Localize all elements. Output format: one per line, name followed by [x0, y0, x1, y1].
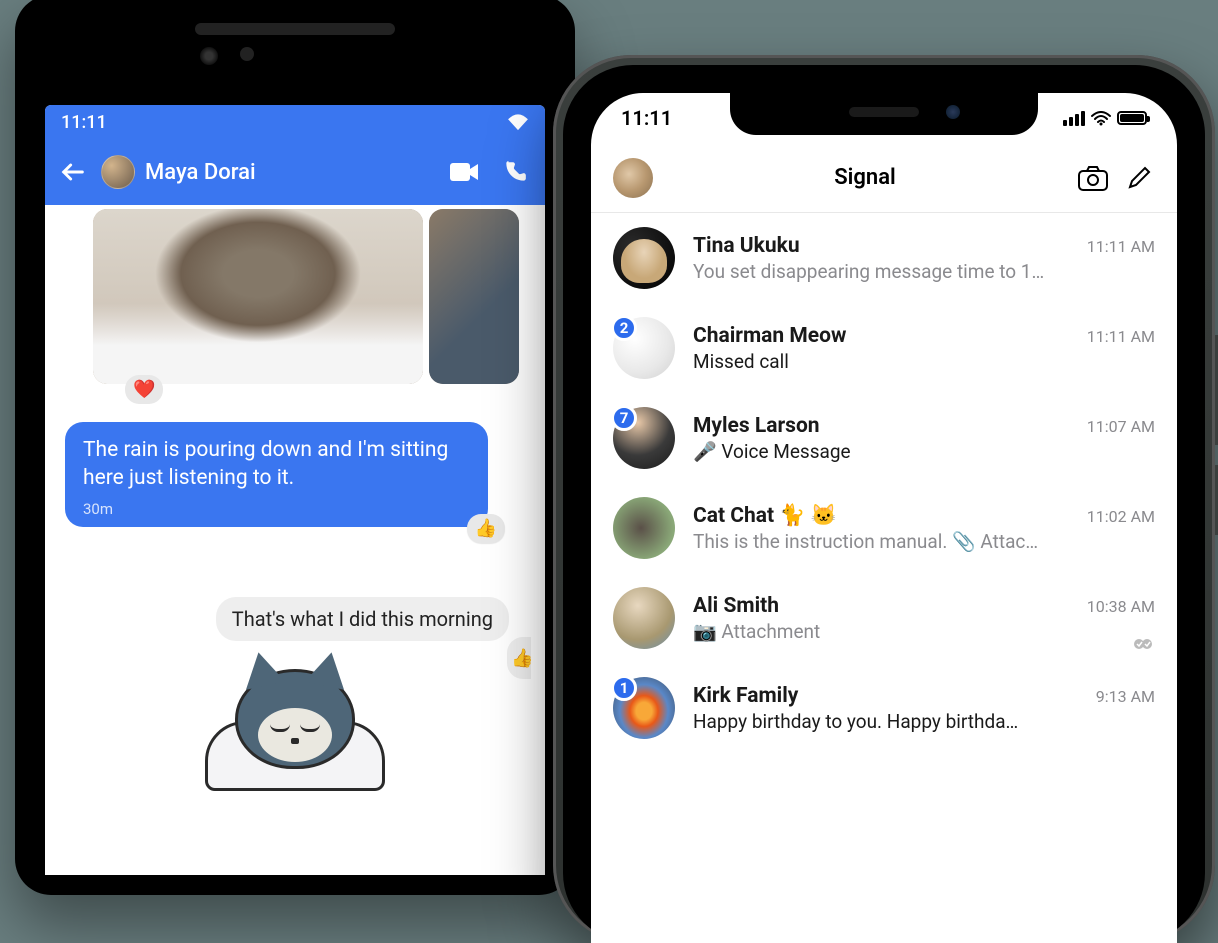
incoming-message[interactable]: That's what I did this morning: [216, 597, 509, 641]
chat-avatar[interactable]: [613, 227, 675, 289]
read-receipt-icon: [1133, 637, 1155, 651]
outgoing-message[interactable]: The rain is pouring down and I'm sitting…: [65, 422, 525, 527]
wifi-icon: [1091, 111, 1111, 126]
android-screen: 11:11 Maya Dorai 55m: [45, 105, 545, 875]
chat-list: Tina Ukuku 11:11 AM You set disappearing m…: [591, 213, 1177, 753]
chat-name: Kirk Family: [693, 684, 798, 708]
iphone-screen: 11:11 Signal Tina Ukuku11:11 AMYou s: [591, 93, 1177, 943]
unread-badge: 1: [611, 675, 637, 701]
chat-avatar[interactable]: 7: [613, 407, 675, 469]
incoming-message-row: That's what I did this morning: [65, 597, 525, 641]
android-phone-frame: 11:11 Maya Dorai 55m: [15, 0, 575, 895]
android-sensor-icon: [240, 47, 254, 61]
image-attachment[interactable]: [93, 209, 423, 384]
android-speaker: [195, 23, 395, 35]
contact-avatar[interactable]: [101, 155, 135, 189]
app-title: Signal: [667, 165, 1063, 190]
voice-call-button[interactable]: [495, 159, 535, 185]
chat-subtitle: 🎤 Voice Message: [693, 440, 1155, 463]
chat-row[interactable]: 2 Chairman Meow 11:11 AM Missed call: [591, 303, 1177, 393]
profile-avatar[interactable]: [613, 158, 653, 198]
chat-time: 11:11 AM: [1087, 237, 1155, 256]
message-text: The rain is pouring down and I'm sitting…: [83, 436, 470, 493]
heart-reaction[interactable]: ❤️: [125, 375, 163, 404]
chat-name: Tina Ukuku: [693, 234, 800, 258]
battery-icon: [1117, 111, 1147, 125]
chat-name: Ali Smith: [693, 594, 779, 618]
compose-button[interactable]: [1123, 165, 1155, 191]
chat-name: Myles Larson: [693, 414, 820, 438]
unread-badge: 7: [611, 405, 637, 431]
chat-row[interactable]: 1 Kirk Family 9:13 AM Happy birthday to you…: [591, 663, 1177, 753]
back-button[interactable]: [55, 158, 91, 186]
chat-time: 11:07 AM: [1087, 417, 1155, 436]
chat-subtitle: You set disappearing message time to 1…: [693, 260, 1155, 283]
sticker-message[interactable]: [65, 661, 525, 791]
chat-subtitle: This is the instruction manual. 📎 Attac…: [693, 530, 1155, 553]
android-camera-icon: [200, 47, 218, 65]
chat-time: 11:11 AM: [1087, 327, 1155, 346]
chat-text: Chairman Meow 11:11 AM Missed call: [693, 324, 1155, 373]
chat-text: Myles Larson 11:07 AM 🎤 Voice Message: [693, 414, 1155, 463]
chat-row[interactable]: 7 Myles Larson 11:07 AM 🎤 Voice Message: [591, 393, 1177, 483]
image-timestamp: 55m: [477, 354, 511, 374]
cat-sticker-icon: [205, 661, 385, 791]
iphone-status-bar: 11:11: [591, 93, 1177, 143]
chat-time: 11:02 AM: [1087, 507, 1155, 526]
chat-row[interactable]: Cat Chat 🐈 🐱 11:02 AM This is the instruct…: [591, 483, 1177, 573]
chat-text: Ali Smith 10:38 AM 📷 Attachment: [693, 594, 1155, 643]
cellular-icon: [1063, 111, 1085, 126]
status-time: 11:11: [621, 106, 672, 130]
chat-subtitle: Happy birthday to you. Happy birthda…: [693, 710, 1155, 733]
iphone-frame: 11:11 Signal Tina Ukuku11:11 AMYou s: [553, 55, 1215, 943]
chat-name: Chairman Meow: [693, 324, 846, 348]
wifi-icon: [507, 113, 529, 131]
chat-text: Kirk Family 9:13 AM Happy birthday to you.…: [693, 684, 1155, 733]
chat-row[interactable]: Tina Ukuku 11:11 AM You set disappearing m…: [591, 213, 1177, 303]
contact-name[interactable]: Maya Dorai: [145, 160, 435, 185]
status-time: 11:11: [61, 112, 107, 133]
chat-avatar[interactable]: [613, 497, 675, 559]
chat-body: 55m ❤️ The rain is pouring down and I'm …: [45, 205, 545, 795]
message-timestamp: 30m: [83, 499, 470, 519]
thumbs-up-reaction[interactable]: 👍: [467, 514, 505, 543]
video-call-button[interactable]: [445, 161, 485, 183]
chat-avatar[interactable]: 2: [613, 317, 675, 379]
message-bubble: The rain is pouring down and I'm sitting…: [65, 422, 488, 527]
chat-header: Maya Dorai: [45, 139, 545, 205]
image-attachment[interactable]: 55m: [429, 209, 519, 384]
chat-text: Cat Chat 🐈 🐱 11:02 AM This is the instruct…: [693, 504, 1155, 553]
chat-text: Tina Ukuku 11:11 AM You set disappearing m…: [693, 234, 1155, 283]
chat-name: Cat Chat 🐈 🐱: [693, 504, 837, 528]
chat-subtitle: 📷 Attachment: [693, 620, 1155, 643]
image-message-group[interactable]: 55m ❤️: [93, 209, 525, 384]
chat-avatar[interactable]: [613, 587, 675, 649]
chat-row[interactable]: Ali Smith 10:38 AM 📷 Attachment: [591, 573, 1177, 663]
android-status-bar: 11:11: [45, 105, 545, 139]
chat-avatar[interactable]: 1: [613, 677, 675, 739]
chat-time: 9:13 AM: [1096, 687, 1155, 706]
chat-time: 10:38 AM: [1087, 597, 1155, 616]
app-header: Signal: [591, 143, 1177, 213]
chat-subtitle: Missed call: [693, 350, 1155, 373]
camera-button[interactable]: [1077, 165, 1109, 191]
partial-reaction-icon: 👍: [507, 637, 531, 679]
unread-badge: 2: [611, 315, 637, 341]
